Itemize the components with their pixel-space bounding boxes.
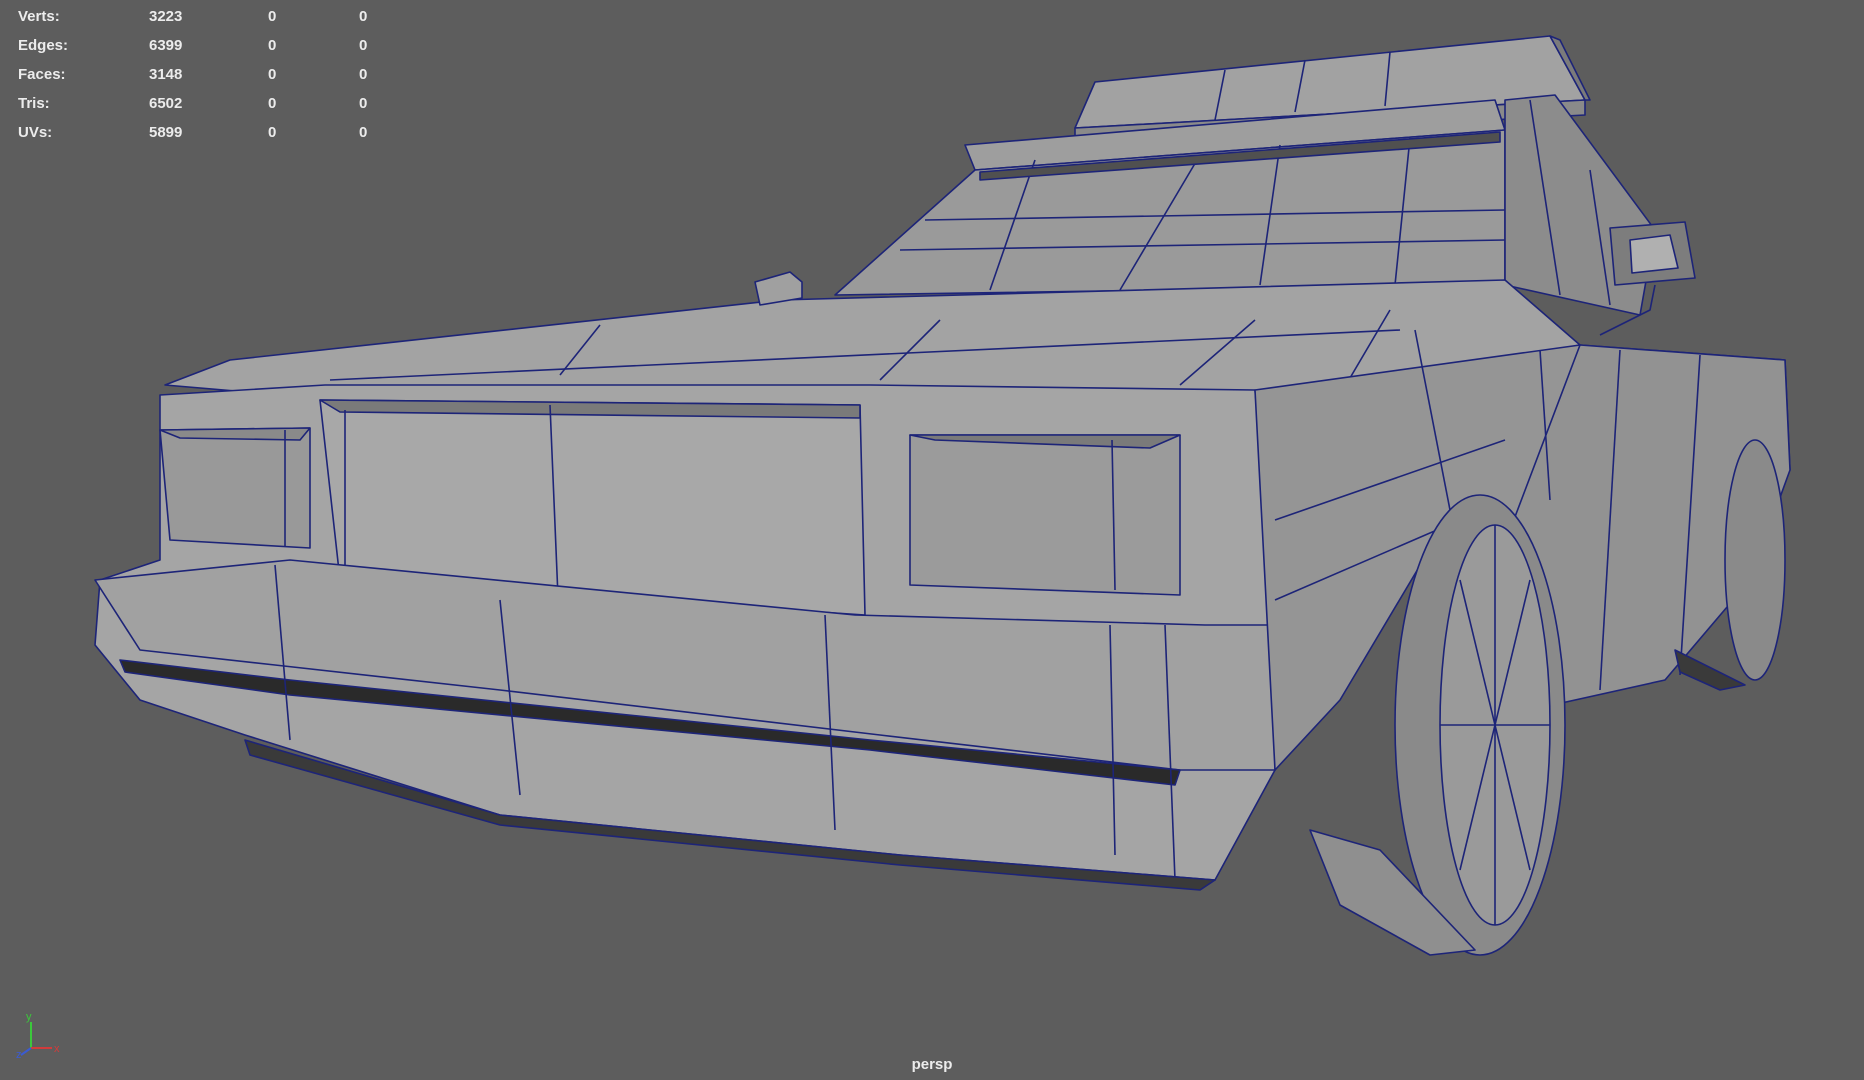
perspective-viewport[interactable]: Verts: 3223 0 0 Edges: 6399 0 0 Faces: 3148 0 0 Tris… <box>0 0 1864 1080</box>
poly-count-row: Verts: 3223 0 0 <box>18 2 398 31</box>
poly-count-value: 6502 <box>149 95 183 112</box>
x-axis-label: x <box>54 1043 60 1055</box>
rear-wheel <box>1724 439 1786 681</box>
poly-count-value: 0 <box>359 124 368 141</box>
poly-count-row: Tris: 6502 0 0 <box>18 89 398 118</box>
poly-count-value: 5899 <box>149 124 183 141</box>
poly-count-label: Verts: <box>18 8 60 25</box>
poly-count-hud: Verts: 3223 0 0 Edges: 6399 0 0 Faces: 3148 0 0 Tris… <box>18 2 398 147</box>
poly-count-value: 0 <box>268 124 277 141</box>
poly-count-value: 0 <box>359 66 368 83</box>
poly-count-value: 0 <box>359 8 368 25</box>
poly-count-value: 0 <box>268 8 277 25</box>
poly-count-value: 0 <box>268 37 277 54</box>
poly-count-value: 6399 <box>149 37 183 54</box>
poly-count-value: 0 <box>268 95 277 112</box>
poly-count-label: UVs: <box>18 124 53 141</box>
poly-count-value: 0 <box>268 66 277 83</box>
headlight-right <box>909 434 1181 596</box>
z-axis-line <box>20 1047 32 1056</box>
car-mesh-model[interactable] <box>0 0 1864 1080</box>
poly-count-label: Faces: <box>18 66 66 83</box>
poly-count-row: UVs: 5899 0 0 <box>18 118 398 147</box>
poly-count-value: 0 <box>359 37 368 54</box>
poly-count-row: Edges: 6399 0 0 <box>18 31 398 60</box>
poly-count-value: 3148 <box>149 66 183 83</box>
poly-count-label: Tris: <box>18 95 50 112</box>
camera-name-label: persp <box>911 1056 953 1073</box>
y-axis-label: y <box>26 1011 32 1023</box>
poly-count-value: 0 <box>359 95 368 112</box>
axis-gizmo[interactable]: y x z <box>16 1010 66 1060</box>
headlight-left <box>159 427 311 549</box>
poly-count-value: 3223 <box>149 8 183 25</box>
poly-count-label: Edges: <box>18 37 69 54</box>
poly-count-row: Faces: 3148 0 0 <box>18 60 398 89</box>
